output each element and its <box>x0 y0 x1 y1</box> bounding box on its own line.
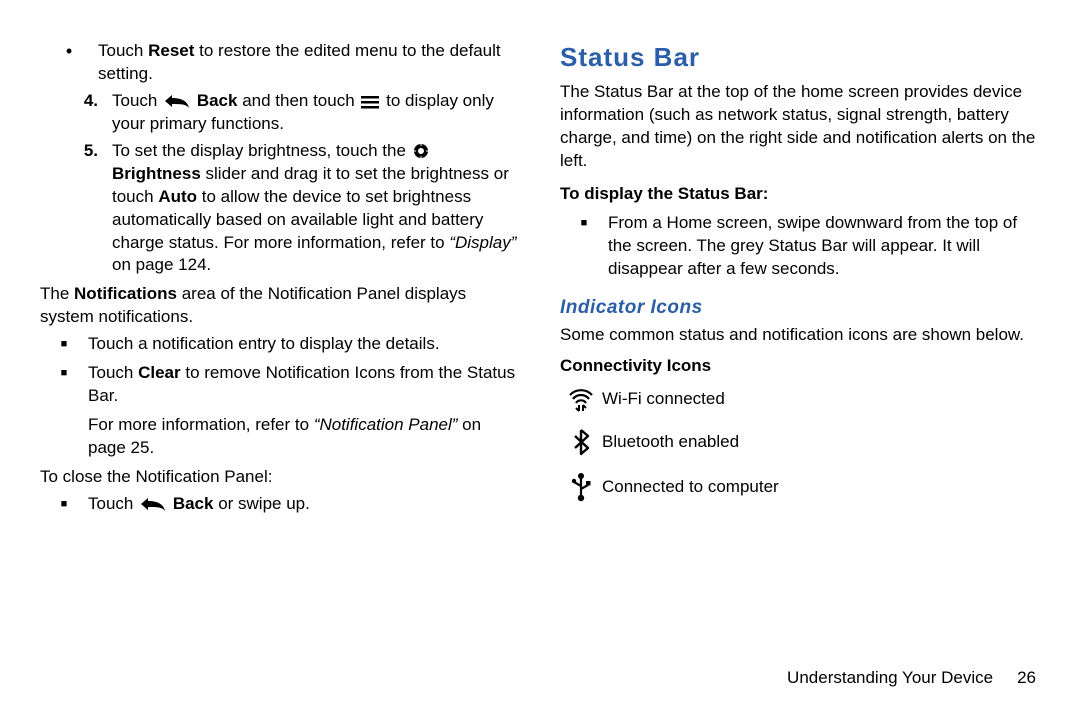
wifi-label: Wi-Fi connected <box>602 388 1040 411</box>
back-icon <box>164 93 190 109</box>
left-column: Touch Reset to restore the edited menu t… <box>40 40 520 720</box>
step-5: 5. To set the display brightness, touch … <box>40 140 520 278</box>
footer-section: Understanding Your Device <box>787 668 993 687</box>
step-number: 5. <box>40 140 112 278</box>
row-wifi: Wi-Fi connected <box>560 386 1040 412</box>
text: The <box>40 284 74 303</box>
gear-icon <box>413 143 429 159</box>
text: on page 124. <box>112 255 211 274</box>
step-4: 4. Touch Back and then touch to display … <box>40 90 520 136</box>
reset-label: Reset <box>148 41 194 60</box>
notifications-area-text: The Notifications area of the Notificati… <box>40 283 520 329</box>
text: Touch <box>98 41 148 60</box>
connectivity-table: Wi-Fi connected Bluetooth enabled <box>560 386 1040 502</box>
status-bar-intro: The Status Bar at the top of the home sc… <box>560 81 1040 173</box>
bullet-reset-text: Touch Reset to restore the edited menu t… <box>98 40 520 86</box>
square-bullet-icon <box>40 362 88 408</box>
notifications-label: Notifications <box>74 284 177 303</box>
bullet-clear: Touch Clear to remove Notification Icons… <box>40 362 520 408</box>
row-usb: Connected to computer <box>560 472 1040 502</box>
footer-page-number: 26 <box>1017 668 1036 687</box>
bullet-back-swipe: Touch Back or swipe up. <box>40 493 520 516</box>
usb-label: Connected to computer <box>602 476 1040 499</box>
bluetooth-label: Bluetooth enabled <box>602 431 1040 454</box>
text: For more information, refer to <box>88 415 314 434</box>
to-display-heading: To display the Status Bar: <box>560 183 1040 206</box>
right-column: Status Bar The Status Bar at the top of … <box>560 40 1040 720</box>
text: Touch <box>88 494 138 513</box>
clear-label: Clear <box>138 363 181 382</box>
step-5-text: To set the display brightness, touch the… <box>112 140 520 278</box>
text: or swipe up. <box>213 494 309 513</box>
bullet-marker <box>40 40 98 86</box>
step-4-text: Touch Back and then touch to display onl… <box>112 90 520 136</box>
text: and then touch <box>237 91 359 110</box>
connectivity-icons-heading: Connectivity Icons <box>560 355 1040 378</box>
indicator-icons-heading: Indicator Icons <box>560 295 1040 321</box>
page-footer: Understanding Your Device 26 <box>787 668 1036 688</box>
status-bar-heading: Status Bar <box>560 40 1040 75</box>
usb-icon <box>560 472 602 502</box>
bullet-clear-text: Touch Clear to remove Notification Icons… <box>88 362 520 408</box>
brightness-label: Brightness <box>112 164 201 183</box>
bullet-display-status-bar: From a Home screen, swipe downward from … <box>560 212 1040 281</box>
square-bullet-icon <box>560 212 608 281</box>
bullet-touch-details: Touch a notification entry to display th… <box>40 333 520 356</box>
bluetooth-icon <box>560 428 602 456</box>
back-icon <box>140 496 166 512</box>
wifi-icon <box>560 386 602 412</box>
step-number: 4. <box>40 90 112 136</box>
auto-label: Auto <box>158 187 197 206</box>
square-bullet-icon <box>40 493 88 516</box>
close-panel-text: To close the Notification Panel: <box>40 466 520 489</box>
menu-icon <box>361 93 379 107</box>
bullet-back-swipe-text: Touch Back or swipe up. <box>88 493 520 516</box>
more-info-text: For more information, refer to “Notifica… <box>88 414 520 460</box>
text: Touch a notification entry to display th… <box>88 333 520 356</box>
indicator-icons-intro: Some common status and notification icon… <box>560 324 1040 347</box>
notification-panel-ref: “Notification Panel” <box>314 415 458 434</box>
text: Touch <box>88 363 138 382</box>
text: From a Home screen, swipe downward from … <box>608 212 1040 281</box>
back-label: Back <box>197 91 238 110</box>
square-bullet-icon <box>40 333 88 356</box>
back-label: Back <box>173 494 214 513</box>
bullet-reset: Touch Reset to restore the edited menu t… <box>40 40 520 86</box>
display-ref: “Display” <box>449 233 516 252</box>
text: Touch <box>112 91 162 110</box>
row-bluetooth: Bluetooth enabled <box>560 428 1040 456</box>
text: To set the display brightness, touch the <box>112 141 411 160</box>
